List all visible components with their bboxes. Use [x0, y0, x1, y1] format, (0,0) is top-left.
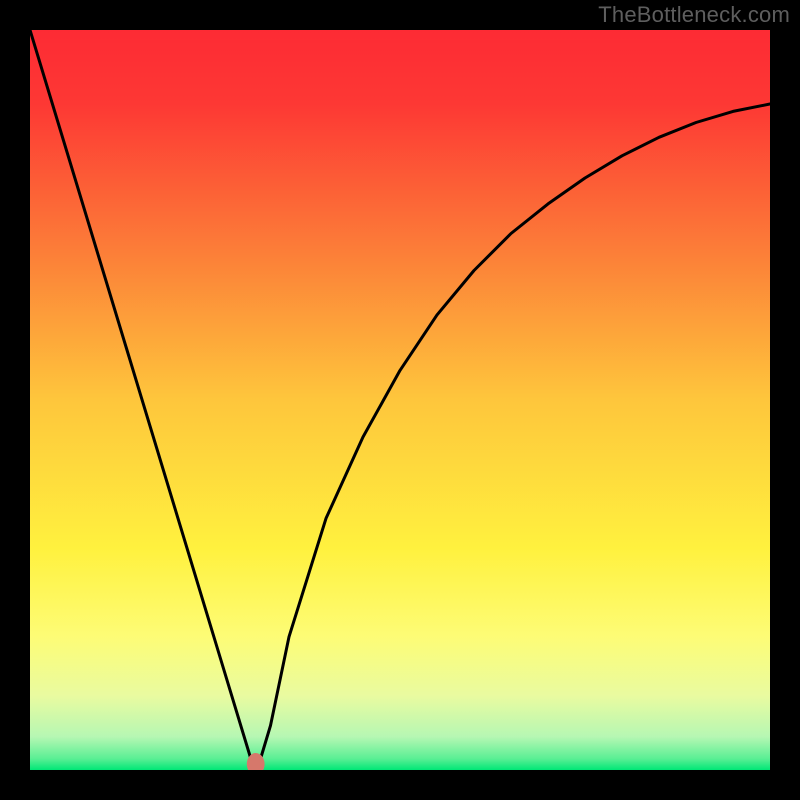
chart-frame: TheBottleneck.com [0, 0, 800, 800]
watermark-label: TheBottleneck.com [598, 2, 790, 28]
plot-area [30, 30, 770, 770]
chart-svg [30, 30, 770, 770]
